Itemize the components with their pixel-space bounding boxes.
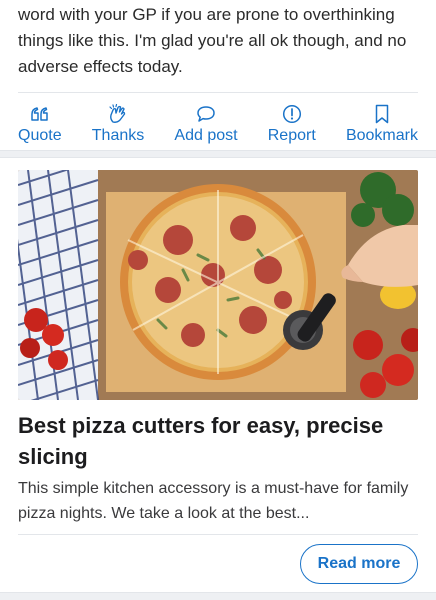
bookmark-icon bbox=[374, 104, 390, 124]
read-more-button[interactable]: Read more bbox=[300, 544, 418, 584]
add-post-button[interactable]: Add post bbox=[174, 100, 238, 145]
section-separator bbox=[0, 592, 436, 600]
report-label: Report bbox=[267, 127, 316, 144]
quote-icon bbox=[30, 104, 50, 124]
quote-button[interactable]: Quote bbox=[18, 100, 62, 145]
alert-circle-icon bbox=[282, 104, 302, 124]
divider bbox=[18, 534, 418, 535]
bookmark-button[interactable]: Bookmark bbox=[346, 100, 418, 145]
thanks-label: Thanks bbox=[91, 127, 145, 144]
thanks-button[interactable]: Thanks bbox=[92, 100, 144, 145]
speech-bubble-icon bbox=[196, 104, 216, 124]
pizza-photo bbox=[18, 170, 418, 400]
report-button[interactable]: Report bbox=[268, 100, 316, 145]
clapping-hands-icon bbox=[107, 104, 129, 124]
post-body-text: word with your GP if you are prone to ov… bbox=[18, 5, 407, 76]
divider bbox=[18, 92, 418, 93]
bookmark-label: Bookmark bbox=[345, 127, 418, 144]
promo-description: This simple kitchen accessory is a must-… bbox=[18, 480, 409, 522]
section-separator bbox=[0, 150, 436, 158]
promo-image[interactable] bbox=[18, 170, 418, 400]
post-actions-bar: Quote Thanks Add post Report Bookmark bbox=[18, 100, 418, 148]
promo-title[interactable]: Best pizza cutters for easy, precise sli… bbox=[18, 410, 418, 472]
add-post-label: Add post bbox=[174, 127, 238, 144]
quote-label: Quote bbox=[18, 127, 62, 144]
